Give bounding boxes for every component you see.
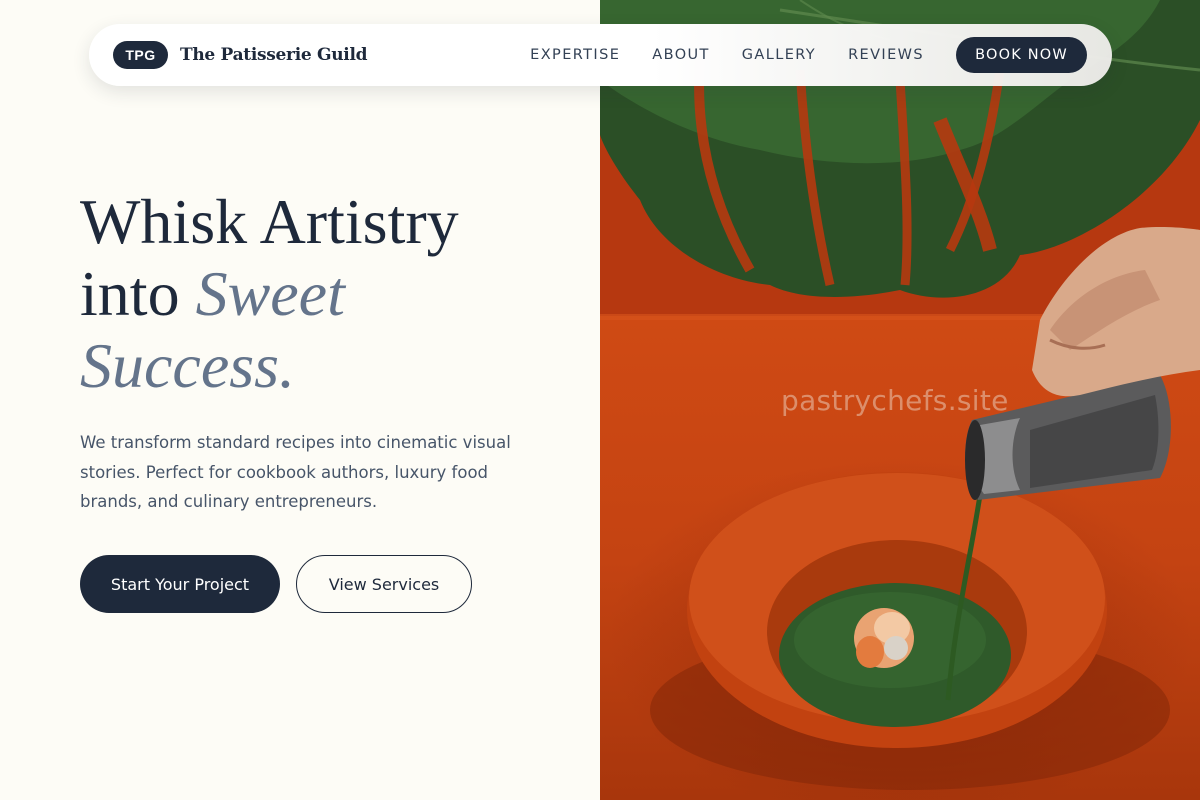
shrimp bbox=[854, 608, 914, 668]
headline-line-1: Whisk Artistry bbox=[80, 186, 459, 257]
view-services-button[interactable]: View Services bbox=[296, 555, 472, 613]
hero-subtext: We transform standard recipes into cinem… bbox=[80, 433, 511, 511]
nav-link-about[interactable]: ABOUT bbox=[652, 47, 710, 63]
headline-accent-sweet: Sweet bbox=[195, 258, 345, 329]
nav-links: EXPERTISE ABOUT GALLERY REVIEWS BOOK NOW bbox=[530, 37, 1087, 73]
nav-link-reviews[interactable]: REVIEWS bbox=[848, 47, 924, 63]
hero-headline: Whisk Artistry into Sweet Success. bbox=[80, 186, 580, 402]
hero-photo: pastrychefs.site bbox=[600, 0, 1200, 800]
headline-line-2: into bbox=[80, 258, 196, 329]
brand-name[interactable]: The Patisserie Guild bbox=[180, 45, 367, 65]
logo-badge[interactable]: TPG bbox=[113, 41, 168, 69]
headline-accent-success: Success. bbox=[80, 330, 296, 401]
book-now-button[interactable]: BOOK NOW bbox=[956, 37, 1087, 73]
nav-link-expertise[interactable]: EXPERTISE bbox=[530, 47, 620, 63]
watermark-text: pastrychefs.site bbox=[781, 384, 1009, 417]
start-project-button[interactable]: Start Your Project bbox=[80, 555, 280, 613]
nav-link-gallery[interactable]: GALLERY bbox=[742, 47, 816, 63]
top-navbar: TPG The Patisserie Guild EXPERTISE ABOUT… bbox=[89, 24, 1112, 86]
